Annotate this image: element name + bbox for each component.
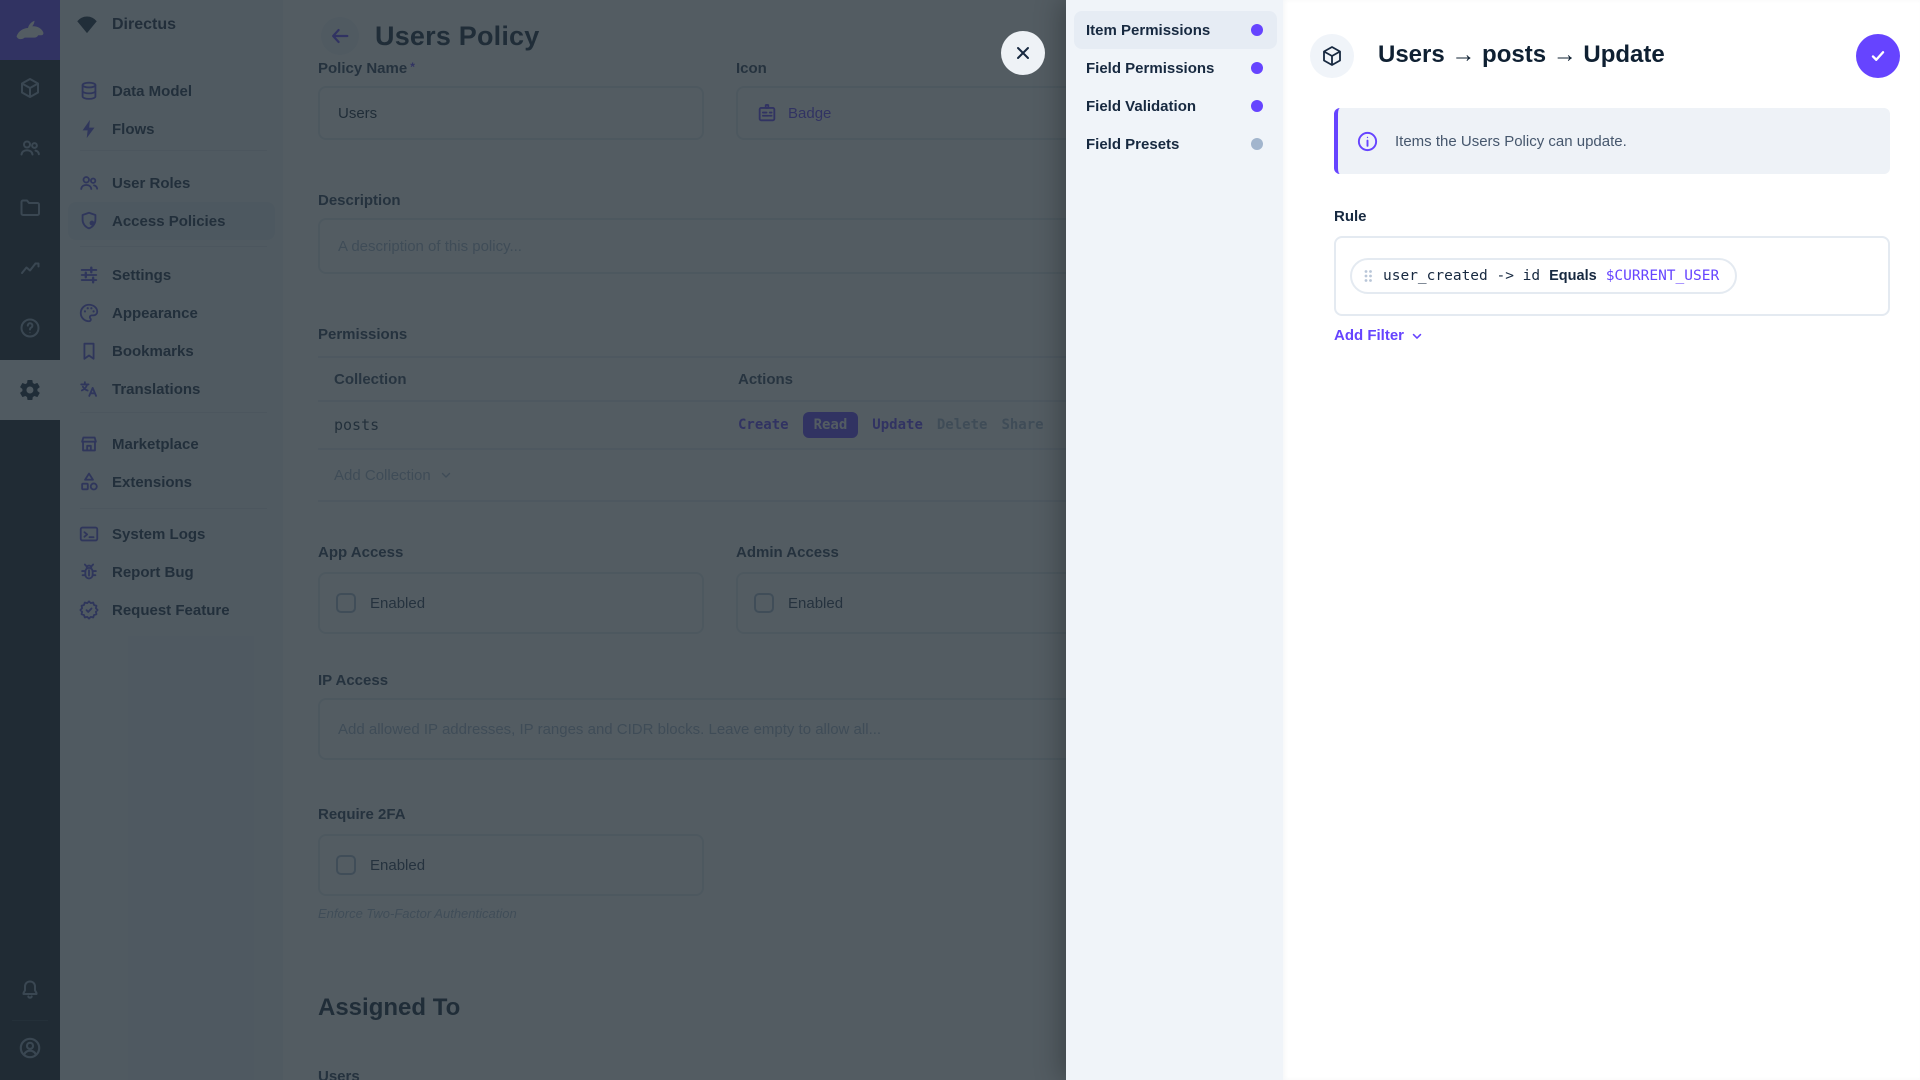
filter-operator[interactable]: Equals [1549, 268, 1597, 284]
tab-field-presets[interactable]: Field Presets [1074, 125, 1277, 163]
drawer-header-avatar [1310, 34, 1354, 78]
drag-handle-icon[interactable] [1362, 268, 1374, 284]
add-filter-button[interactable]: Add Filter [1334, 327, 1424, 344]
check-icon [1867, 45, 1889, 67]
save-button[interactable] [1856, 34, 1900, 78]
status-dot [1251, 100, 1263, 112]
chevron-down-icon [1410, 329, 1424, 343]
info-banner-text: Items the Users Policy can update. [1395, 133, 1627, 150]
tab-field-validation[interactable]: Field Validation [1074, 87, 1277, 125]
drawer-close-button[interactable] [1001, 31, 1045, 75]
drawer-nav: Item Permissions Field Permissions Field… [1066, 0, 1283, 1080]
filter-value[interactable]: $CURRENT_USER [1606, 268, 1720, 284]
rule-box: user_created -> id Equals $CURRENT_USER [1334, 236, 1890, 316]
info-banner: Items the Users Policy can update. [1334, 108, 1890, 174]
permissions-drawer: Item Permissions Field Permissions Field… [1066, 0, 1920, 1080]
status-dot [1251, 24, 1263, 36]
rule-label: Rule [1334, 208, 1367, 225]
filter-rule[interactable]: user_created -> id Equals $CURRENT_USER [1350, 258, 1737, 294]
filter-field[interactable]: user_created -> id [1383, 268, 1540, 284]
status-dot [1251, 62, 1263, 74]
status-dot [1251, 138, 1263, 150]
tab-item-permissions[interactable]: Item Permissions [1074, 11, 1277, 49]
drawer-main: Users → posts → Update Items the Users P… [1283, 0, 1920, 1080]
directus-app: Directus Data Model Flows User Roles Acc… [0, 0, 1920, 1080]
drawer-title: Users → posts → Update [1378, 41, 1665, 69]
info-icon [1356, 130, 1379, 153]
close-icon [1013, 43, 1033, 63]
tab-field-permissions[interactable]: Field Permissions [1074, 49, 1277, 87]
cube-icon [1320, 44, 1344, 68]
